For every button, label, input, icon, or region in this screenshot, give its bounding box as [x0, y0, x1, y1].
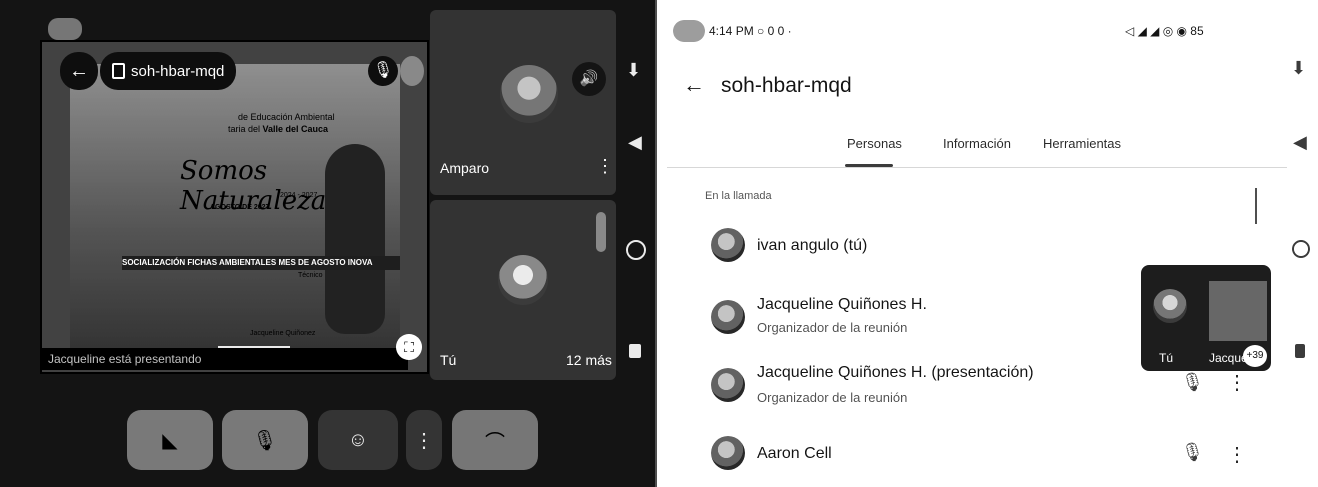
- tab-personas[interactable]: Personas: [847, 136, 902, 151]
- meeting-code-label: soh-hbar-mqd: [131, 62, 225, 80]
- participant-name: Jacqueline Quiñones H.: [757, 296, 927, 313]
- mic-off-button[interactable]: 🎙: [222, 410, 308, 470]
- nav-notification-icon: ⬇: [1291, 58, 1307, 78]
- nav-recents-icon[interactable]: [1295, 344, 1305, 358]
- nav-recents-icon[interactable]: [629, 344, 641, 358]
- slide-years: 2024 - 2027: [280, 192, 318, 199]
- participant-row[interactable]: Aaron Cell 🎙 ⋮: [697, 436, 1277, 476]
- more-participants-label[interactable]: 12 más: [566, 352, 612, 368]
- fullscreen-icon[interactable]: ⛶: [396, 334, 422, 360]
- emoji-icon: ☺: [347, 428, 369, 451]
- participant-menu-icon[interactable]: ⋮: [1227, 370, 1247, 395]
- participant-tile-self[interactable]: Tú 12 más: [430, 200, 616, 380]
- participant-name: Jacqueline Quiñones H. (presentación): [757, 364, 1034, 381]
- amparo-avatar: [500, 65, 558, 123]
- avatar: [711, 300, 745, 334]
- presenting-caption: Jacqueline está presentando: [42, 348, 408, 370]
- avatar: [711, 228, 745, 262]
- otter-mascot-image: [325, 144, 385, 334]
- slide-banner: SOCIALIZACIÓN FICHAS AMBIENTALES MES DE …: [122, 256, 400, 270]
- tab-informacion[interactable]: Información: [943, 136, 1011, 151]
- pip-count-badge: +39: [1243, 345, 1267, 367]
- slide-banner-sub: Técnico: [298, 272, 323, 279]
- back-arrow-icon[interactable]: ←: [60, 52, 98, 90]
- status-right-icons: ◁ ◢ ◢ ◎ ◉ 85: [1125, 24, 1204, 38]
- hang-up-icon: ⌒: [485, 431, 505, 454]
- self-avatar: [498, 255, 548, 305]
- participant-name: ivan angulo (tú): [757, 237, 868, 254]
- tile-menu-icon[interactable]: ⋮: [596, 156, 614, 177]
- presenter-mic-off-icon: [400, 56, 424, 86]
- more-options-button[interactable]: ⋮: [406, 410, 442, 470]
- pip-presentation-thumb: [1209, 281, 1267, 341]
- participant-name: Aaron Cell: [757, 445, 832, 462]
- tile-name-amparo: Amparo: [440, 160, 490, 176]
- scrollbar[interactable]: [1255, 188, 1257, 224]
- slide-header-line2: taria del Valle del Cauca: [228, 124, 329, 134]
- participant-role: Organizador de la reunión: [757, 320, 908, 335]
- camera-off-icon: ◣: [162, 429, 178, 452]
- nav-back-icon[interactable]: ◀: [1293, 132, 1307, 153]
- presenter-mic-icon: 🎙: [368, 56, 398, 86]
- pip-self-label: Tú: [1159, 351, 1174, 365]
- participant-menu-icon[interactable]: ⋮: [1227, 442, 1247, 467]
- mic-off-icon: 🎙: [1181, 442, 1204, 462]
- pip-self-avatar: [1153, 289, 1187, 323]
- participant-role: Organizador de la reunión: [757, 390, 908, 405]
- meeting-code-title: soh-hbar-mqd: [721, 74, 852, 97]
- nav-notification-icon: ⬇: [626, 60, 642, 80]
- slide-date: AGOSTO DE 2027: [210, 204, 270, 211]
- mic-off-icon: 🎙: [252, 429, 278, 452]
- pip-window[interactable]: Tú Jacque +39: [1141, 265, 1271, 371]
- more-vert-icon: ⋮: [414, 429, 434, 452]
- mic-level-indicator: [596, 212, 606, 252]
- participant-tile-amparo[interactable]: 🔊 Amparo ⋮: [430, 10, 616, 195]
- tab-herramientas[interactable]: Herramientas: [1043, 136, 1121, 151]
- slide-speaker: Jacqueline Quiñonez: [250, 330, 316, 337]
- leave-call-button[interactable]: ⌒: [452, 410, 538, 470]
- tabs-divider: [667, 167, 1287, 168]
- camera-off-button[interactable]: ◣: [127, 410, 213, 470]
- participant-row[interactable]: ivan angulo (tú): [697, 228, 1237, 268]
- left-meeting-panel: ◁ ◢ ◎ ◉ ▭ de Educación Ambiental taria d…: [0, 0, 655, 487]
- reactions-button[interactable]: ☺: [318, 410, 398, 470]
- mic-off-icon: 🎙: [1181, 372, 1204, 392]
- speaker-icon[interactable]: 🔊: [572, 62, 606, 96]
- slide-header-line1: de Educación Ambiental: [238, 112, 335, 122]
- section-label: En la llamada: [705, 190, 772, 202]
- calendar-icon: [112, 63, 125, 79]
- mic-status-pill: [673, 20, 705, 42]
- mic-status-pill: [48, 18, 82, 40]
- back-arrow-icon[interactable]: ←: [683, 72, 705, 98]
- presentation-view: de Educación Ambiental taria del Valle d…: [40, 40, 429, 374]
- right-participants-panel: 4:14 PM ○ 0 0 · ◁ ◢ ◢ ◎ ◉ 85 ← soh-hbar-…: [655, 0, 1318, 487]
- pip-other-label: Jacque: [1209, 351, 1248, 365]
- tile-name-self: Tú: [440, 352, 457, 368]
- nav-home-icon[interactable]: [1292, 240, 1310, 258]
- status-time: 4:14 PM ○ 0 0 ·: [709, 24, 792, 38]
- meeting-code-chip[interactable]: soh-hbar-mqd: [100, 52, 237, 90]
- nav-back-icon[interactable]: ◀: [628, 132, 642, 153]
- avatar: [711, 368, 745, 402]
- avatar: [711, 436, 745, 470]
- nav-home-icon[interactable]: [626, 240, 646, 260]
- presentation-slide: de Educación Ambiental taria del Valle d…: [70, 64, 400, 368]
